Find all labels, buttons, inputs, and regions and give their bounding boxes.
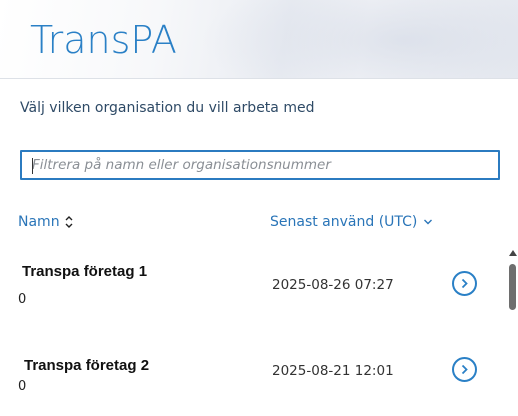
org-row[interactable]: Transpa företag 1 0 2025-08-26 07:27 <box>0 250 505 330</box>
org-last-used: 2025-08-21 12:01 <box>272 363 394 379</box>
open-org-button[interactable] <box>452 271 477 296</box>
org-row[interactable]: Transpa företag 2 0 2025-08-21 12:01 <box>0 336 505 416</box>
column-header-name-label: Namn <box>18 214 60 230</box>
app-title: TransPA <box>30 18 177 62</box>
filter-field[interactable] <box>20 150 500 180</box>
org-name: Transpa företag 2 <box>24 357 150 374</box>
org-number: 0 <box>18 379 27 394</box>
org-last-used: 2025-08-26 07:27 <box>272 277 394 293</box>
scrollbar-thumb[interactable] <box>509 264 516 310</box>
chevron-right-icon <box>461 364 468 375</box>
chevron-right-icon <box>461 278 468 289</box>
app-header: TransPA <box>0 0 518 79</box>
org-name: Transpa företag 1 <box>22 263 148 280</box>
column-header-name[interactable]: Namn <box>18 214 74 230</box>
filter-input[interactable] <box>32 152 498 178</box>
scroll-up-arrow-icon[interactable] <box>509 250 517 256</box>
open-org-button[interactable] <box>452 357 477 382</box>
page-subtitle: Välj vilken organisation du vill arbeta … <box>20 100 315 116</box>
column-header-last-used[interactable]: Senast använd (UTC) <box>270 214 433 230</box>
list-scrollbar[interactable] <box>506 248 518 416</box>
text-caret <box>32 158 33 174</box>
sort-updown-icon <box>65 216 73 228</box>
column-header-last-used-label: Senast använd (UTC) <box>270 214 418 230</box>
chevron-down-icon <box>424 219 433 225</box>
org-number: 0 <box>18 292 27 307</box>
